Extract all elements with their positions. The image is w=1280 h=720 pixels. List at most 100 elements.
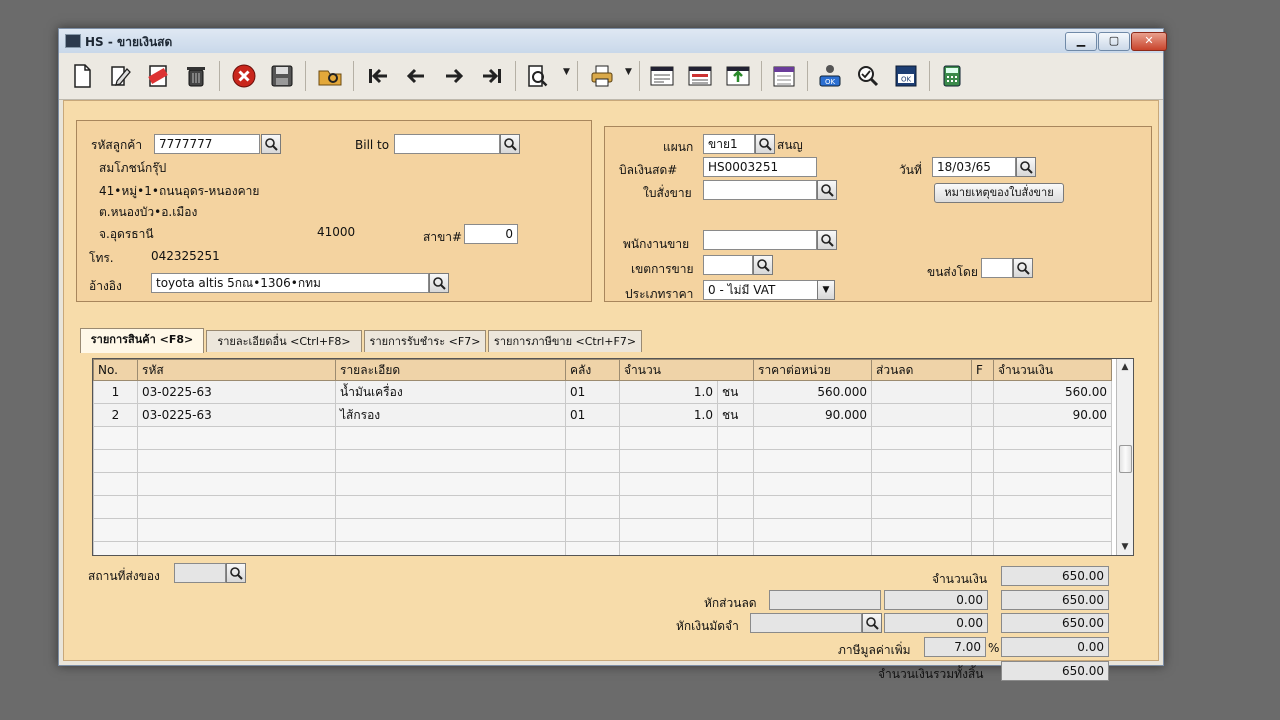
calculator-button[interactable] bbox=[937, 61, 967, 91]
shipped-by-input[interactable] bbox=[981, 258, 1013, 278]
last-record-button[interactable] bbox=[477, 61, 507, 91]
discount-amount[interactable]: 0.00 bbox=[884, 590, 988, 610]
new-document-button[interactable] bbox=[67, 61, 97, 91]
edit-document-button[interactable] bbox=[105, 61, 135, 91]
col-header-discount[interactable]: ส่วนลด bbox=[871, 359, 972, 381]
void-document-button[interactable] bbox=[143, 61, 173, 91]
maximize-button[interactable]: ▢ bbox=[1098, 32, 1130, 51]
cell-code[interactable]: 03-0225-63 bbox=[137, 380, 336, 404]
tab-payments[interactable]: รายการรับชำระ <F7> bbox=[364, 330, 486, 352]
col-header-quantity[interactable]: จำนวน bbox=[619, 359, 754, 381]
ship-place-lookup-button[interactable] bbox=[226, 563, 246, 583]
col-header-unit-price[interactable]: ราคาต่อหน่วย bbox=[753, 359, 872, 381]
vat-rate-input[interactable]: 7.00 bbox=[924, 637, 986, 657]
salesperson-lookup-button[interactable] bbox=[817, 230, 837, 250]
cell-code[interactable]: 03-0225-63 bbox=[137, 403, 336, 427]
minimize-button[interactable]: ▁ bbox=[1065, 32, 1097, 51]
table-row[interactable]: 1 03-0225-63 น้ำมันเครื่อง 01 1.0 ชน 560… bbox=[93, 380, 1112, 404]
export-button[interactable] bbox=[723, 61, 753, 91]
magnifier-icon bbox=[1020, 161, 1033, 174]
delete-button[interactable] bbox=[181, 61, 211, 91]
report-button[interactable] bbox=[647, 61, 677, 91]
department-input[interactable]: ขาย1 bbox=[703, 134, 755, 154]
ship-place-input[interactable] bbox=[174, 563, 226, 583]
sales-zone-lookup-button[interactable] bbox=[753, 255, 773, 275]
find-dropdown-arrow-icon[interactable]: ▼ bbox=[563, 67, 570, 77]
col-header-amount[interactable]: จำนวนเงิน bbox=[993, 359, 1112, 381]
deposit-amount[interactable]: 0.00 bbox=[884, 613, 988, 633]
table-row-empty[interactable] bbox=[93, 449, 1112, 473]
scroll-down-icon[interactable]: ▼ bbox=[1117, 539, 1133, 555]
bill-to-lookup-button[interactable] bbox=[500, 134, 520, 154]
tab-items[interactable]: รายการสินค้า <F8> bbox=[80, 328, 204, 353]
discount-input[interactable] bbox=[769, 590, 881, 610]
col-header-flag[interactable]: F bbox=[971, 359, 994, 381]
deposit-lookup-button[interactable] bbox=[862, 613, 882, 633]
table-row-empty[interactable] bbox=[93, 541, 1112, 555]
chevron-down-icon[interactable]: ▼ bbox=[817, 280, 835, 300]
cell-warehouse[interactable]: 01 bbox=[565, 380, 620, 404]
search-records-button[interactable] bbox=[315, 61, 345, 91]
list-button[interactable] bbox=[685, 61, 715, 91]
cell-quantity[interactable]: 1.0 bbox=[619, 380, 718, 404]
table-row-empty[interactable] bbox=[93, 495, 1112, 519]
sales-zone-input[interactable] bbox=[703, 255, 753, 275]
cell-unit-price[interactable]: 560.000 bbox=[753, 380, 872, 404]
print-button[interactable] bbox=[587, 61, 617, 91]
grid-vertical-scrollbar[interactable]: ▲ ▼ bbox=[1116, 359, 1133, 555]
title-bar[interactable]: HS - ขายเงินสด ▁ ▢ ✕ bbox=[59, 29, 1167, 54]
col-header-warehouse[interactable]: คลัง bbox=[565, 359, 620, 381]
price-type-select[interactable]: 0 - ไม่มี VAT bbox=[703, 280, 819, 300]
tab-other-details[interactable]: รายละเอียดอื่น <Ctrl+F8> bbox=[206, 330, 362, 352]
bill-number-input[interactable]: HS0003251 bbox=[703, 157, 817, 177]
print-dropdown-arrow-icon[interactable]: ▼ bbox=[625, 67, 632, 77]
save-button[interactable] bbox=[267, 61, 297, 91]
table-row-empty[interactable] bbox=[93, 518, 1112, 542]
scroll-thumb[interactable] bbox=[1119, 445, 1132, 473]
magnifier-ok-icon bbox=[858, 66, 879, 87]
table-row[interactable]: 2 03-0225-63 ไส้กรอง 01 1.0 ชน 90.000 90… bbox=[93, 403, 1112, 427]
date-input[interactable]: 18/03/65 bbox=[932, 157, 1016, 177]
deposit-label: หักเงินมัดจำ bbox=[676, 619, 739, 633]
customer-code-input[interactable]: 7777777 bbox=[154, 134, 260, 154]
find-button[interactable] bbox=[523, 61, 553, 91]
branch-input[interactable]: 0 bbox=[464, 224, 518, 244]
cell-description[interactable]: ไส้กรอง bbox=[335, 403, 566, 427]
previous-record-button[interactable] bbox=[401, 61, 431, 91]
col-header-no[interactable]: No. bbox=[93, 359, 138, 381]
bill-to-input[interactable] bbox=[394, 134, 500, 154]
table-row-empty[interactable] bbox=[93, 472, 1112, 496]
col-header-code[interactable]: รหัส bbox=[137, 359, 336, 381]
sales-order-input[interactable] bbox=[703, 180, 817, 200]
reference-lookup-button[interactable] bbox=[429, 273, 449, 293]
col-header-description[interactable]: รายละเอียด bbox=[335, 359, 566, 381]
next-record-button[interactable] bbox=[439, 61, 469, 91]
cell-description[interactable]: น้ำมันเครื่อง bbox=[335, 380, 566, 404]
cell-discount[interactable] bbox=[871, 403, 972, 427]
confirm-button[interactable]: OK bbox=[891, 61, 921, 91]
calendar-button[interactable] bbox=[769, 61, 799, 91]
cancel-button[interactable] bbox=[229, 61, 259, 91]
close-button[interactable]: ✕ bbox=[1131, 32, 1167, 51]
sales-order-note-button[interactable]: หมายเหตุของใบสั่งขาย bbox=[934, 183, 1064, 203]
form-content: รหัสลูกค้า 7777777 Bill to สมโภชน์กรุ๊ป … bbox=[63, 100, 1159, 681]
check-button[interactable] bbox=[853, 61, 883, 91]
cell-quantity[interactable]: 1.0 bbox=[619, 403, 718, 427]
cell-discount[interactable] bbox=[871, 380, 972, 404]
date-picker-button[interactable] bbox=[1016, 157, 1036, 177]
tab-sales-tax[interactable]: รายการภาษีขาย <Ctrl+F7> bbox=[488, 330, 642, 352]
deposit-input[interactable] bbox=[750, 613, 862, 633]
table-row-empty[interactable] bbox=[93, 426, 1112, 450]
department-lookup-button[interactable] bbox=[755, 134, 775, 154]
first-record-button[interactable] bbox=[363, 61, 393, 91]
scroll-up-icon[interactable]: ▲ bbox=[1117, 359, 1133, 375]
sales-order-lookup-button[interactable] bbox=[817, 180, 837, 200]
customer-code-lookup-button[interactable] bbox=[261, 134, 281, 154]
approve-button[interactable]: OK bbox=[815, 61, 845, 91]
cell-unit-price[interactable]: 90.000 bbox=[753, 403, 872, 427]
branch-label: สาขา# bbox=[423, 230, 463, 244]
shipped-by-lookup-button[interactable] bbox=[1013, 258, 1033, 278]
reference-input[interactable]: toyota altis 5กณ•1306•กทม bbox=[151, 273, 429, 293]
salesperson-input[interactable] bbox=[703, 230, 817, 250]
cell-warehouse[interactable]: 01 bbox=[565, 403, 620, 427]
